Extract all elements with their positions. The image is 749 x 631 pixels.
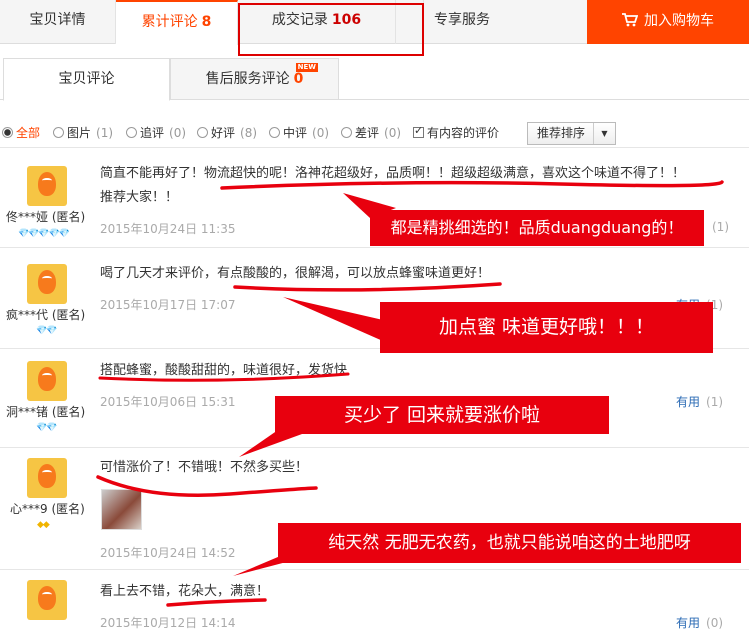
- annotation-callout-2: 加点蜜 味道更好哦！！！: [380, 302, 713, 353]
- annotation-callout-4: 纯天然 无肥无农药，也就只能说咱这的土地肥呀: [278, 523, 741, 563]
- annotation-callout-1: 都是精挑细选的！品质duangduang的！: [370, 210, 704, 246]
- annotation-callout-3: 买少了 回来就要涨价啦: [275, 396, 609, 434]
